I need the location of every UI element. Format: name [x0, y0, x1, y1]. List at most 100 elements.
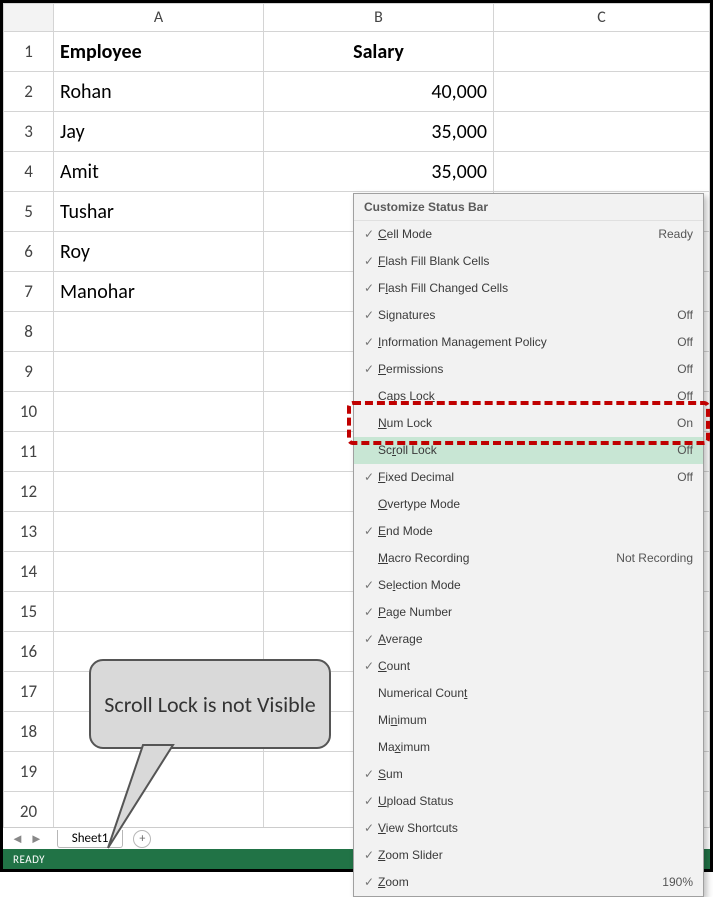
menu-item[interactable]: ✓Sum: [354, 761, 703, 788]
menu-item[interactable]: ✓Flash Fill Changed Cells: [354, 275, 703, 302]
check-icon: ✓: [360, 306, 378, 325]
row-header[interactable]: 9: [4, 352, 54, 392]
menu-item[interactable]: Minimum: [354, 707, 703, 734]
menu-item[interactable]: ✓Upload Status: [354, 788, 703, 815]
annotation-callout: Scroll Lock is not Visible: [89, 659, 331, 749]
menu-item[interactable]: Numerical Count: [354, 680, 703, 707]
sheet-nav-next-icon[interactable]: ►: [30, 831, 43, 847]
menu-item[interactable]: ✓SignaturesOff: [354, 302, 703, 329]
cell[interactable]: Amit: [54, 152, 264, 192]
cell[interactable]: [54, 312, 264, 352]
menu-item[interactable]: ✓View Shortcuts: [354, 815, 703, 842]
cell[interactable]: [494, 32, 710, 72]
menu-item[interactable]: ✓Zoom Slider: [354, 842, 703, 869]
cell[interactable]: 35,000: [264, 112, 494, 152]
menu-item[interactable]: Macro RecordingNot Recording: [354, 545, 703, 572]
menu-item[interactable]: ✓Fixed DecimalOff: [354, 464, 703, 491]
cell[interactable]: Rohan: [54, 72, 264, 112]
menu-item[interactable]: ✓PermissionsOff: [354, 356, 703, 383]
cell[interactable]: 40,000: [264, 72, 494, 112]
menu-item[interactable]: ✓Cell ModeReady: [354, 221, 703, 248]
column-header-b[interactable]: B: [264, 4, 494, 32]
menu-item-label: Average: [378, 630, 693, 649]
menu-item-label: Maximum: [378, 738, 693, 757]
row-header[interactable]: 14: [4, 552, 54, 592]
row-header[interactable]: 4: [4, 152, 54, 192]
row-header[interactable]: 19: [4, 752, 54, 792]
cell[interactable]: [54, 512, 264, 552]
row-header[interactable]: 18: [4, 712, 54, 752]
customize-status-bar-menu[interactable]: Customize Status Bar ✓Cell ModeReady✓Fla…: [353, 193, 704, 897]
sheet-tab-sheet1[interactable]: Sheet1: [57, 830, 124, 848]
cell[interactable]: Roy: [54, 232, 264, 272]
row-header[interactable]: 10: [4, 392, 54, 432]
cell[interactable]: [494, 112, 710, 152]
cell[interactable]: Jay: [54, 112, 264, 152]
row-header[interactable]: 8: [4, 312, 54, 352]
check-icon: ✓: [360, 333, 378, 352]
cell[interactable]: [54, 792, 264, 832]
menu-item[interactable]: Overtype Mode: [354, 491, 703, 518]
cell[interactable]: Salary: [264, 32, 494, 72]
row-header[interactable]: 11: [4, 432, 54, 472]
cell[interactable]: [54, 592, 264, 632]
menu-item[interactable]: ✓Count: [354, 653, 703, 680]
column-header-a[interactable]: A: [54, 4, 264, 32]
row-header[interactable]: 20: [4, 792, 54, 832]
menu-item-label: Sum: [378, 765, 693, 784]
row-header[interactable]: 3: [4, 112, 54, 152]
row-header[interactable]: 15: [4, 592, 54, 632]
row-header[interactable]: 13: [4, 512, 54, 552]
menu-item[interactable]: ✓Zoom190%: [354, 869, 703, 896]
row-header[interactable]: 16: [4, 632, 54, 672]
row-header[interactable]: 5: [4, 192, 54, 232]
menu-item[interactable]: Caps LockOff: [354, 383, 703, 410]
cell[interactable]: [54, 352, 264, 392]
row-header[interactable]: 12: [4, 472, 54, 512]
cell[interactable]: [54, 472, 264, 512]
column-header-c[interactable]: C: [494, 4, 710, 32]
menu-item[interactable]: Maximum: [354, 734, 703, 761]
menu-item[interactable]: ✓End Mode: [354, 518, 703, 545]
cell[interactable]: 35,000: [264, 152, 494, 192]
sheet-nav-arrows[interactable]: ◄ ►: [3, 831, 51, 847]
menu-item-label: Flash Fill Blank Cells: [378, 252, 693, 271]
select-all-corner[interactable]: [4, 4, 54, 32]
menu-item-label: Num Lock: [378, 414, 677, 433]
check-icon: ✓: [360, 225, 378, 244]
cell[interactable]: Tushar: [54, 192, 264, 232]
menu-item[interactable]: Num LockOn: [354, 410, 703, 437]
add-sheet-button[interactable]: +: [133, 830, 151, 848]
row-header[interactable]: 2: [4, 72, 54, 112]
cell[interactable]: Manohar: [54, 272, 264, 312]
menu-item[interactable]: ✓Page Number: [354, 599, 703, 626]
cell[interactable]: [54, 432, 264, 472]
menu-item[interactable]: ✓Flash Fill Blank Cells: [354, 248, 703, 275]
cell[interactable]: [54, 552, 264, 592]
menu-item-label: Fixed Decimal: [378, 468, 677, 487]
row-header[interactable]: 6: [4, 232, 54, 272]
check-icon: ✓: [360, 765, 378, 784]
menu-item-state: Off: [677, 441, 693, 460]
menu-item-label: Flash Fill Changed Cells: [378, 279, 693, 298]
check-icon: ✓: [360, 468, 378, 487]
cell[interactable]: [54, 752, 264, 792]
menu-item-label: Overtype Mode: [378, 495, 693, 514]
cell[interactable]: [494, 152, 710, 192]
cell[interactable]: [54, 392, 264, 432]
cell[interactable]: Employee: [54, 32, 264, 72]
row-header[interactable]: 7: [4, 272, 54, 312]
menu-item-state: Off: [677, 387, 693, 406]
row-header[interactable]: 17: [4, 672, 54, 712]
menu-item[interactable]: Scroll LockOff: [354, 437, 703, 464]
menu-item-label: Information Management Policy: [378, 333, 677, 352]
cell[interactable]: [494, 72, 710, 112]
menu-item[interactable]: ✓Average: [354, 626, 703, 653]
sheet-nav-prev-icon[interactable]: ◄: [11, 831, 24, 847]
menu-item-state: Ready: [658, 225, 693, 244]
menu-item[interactable]: ✓Selection Mode: [354, 572, 703, 599]
menu-item-label: Zoom Slider: [378, 846, 693, 865]
menu-item[interactable]: ✓Information Management PolicyOff: [354, 329, 703, 356]
row-header[interactable]: 1: [4, 32, 54, 72]
menu-item-label: View Shortcuts: [378, 819, 693, 838]
